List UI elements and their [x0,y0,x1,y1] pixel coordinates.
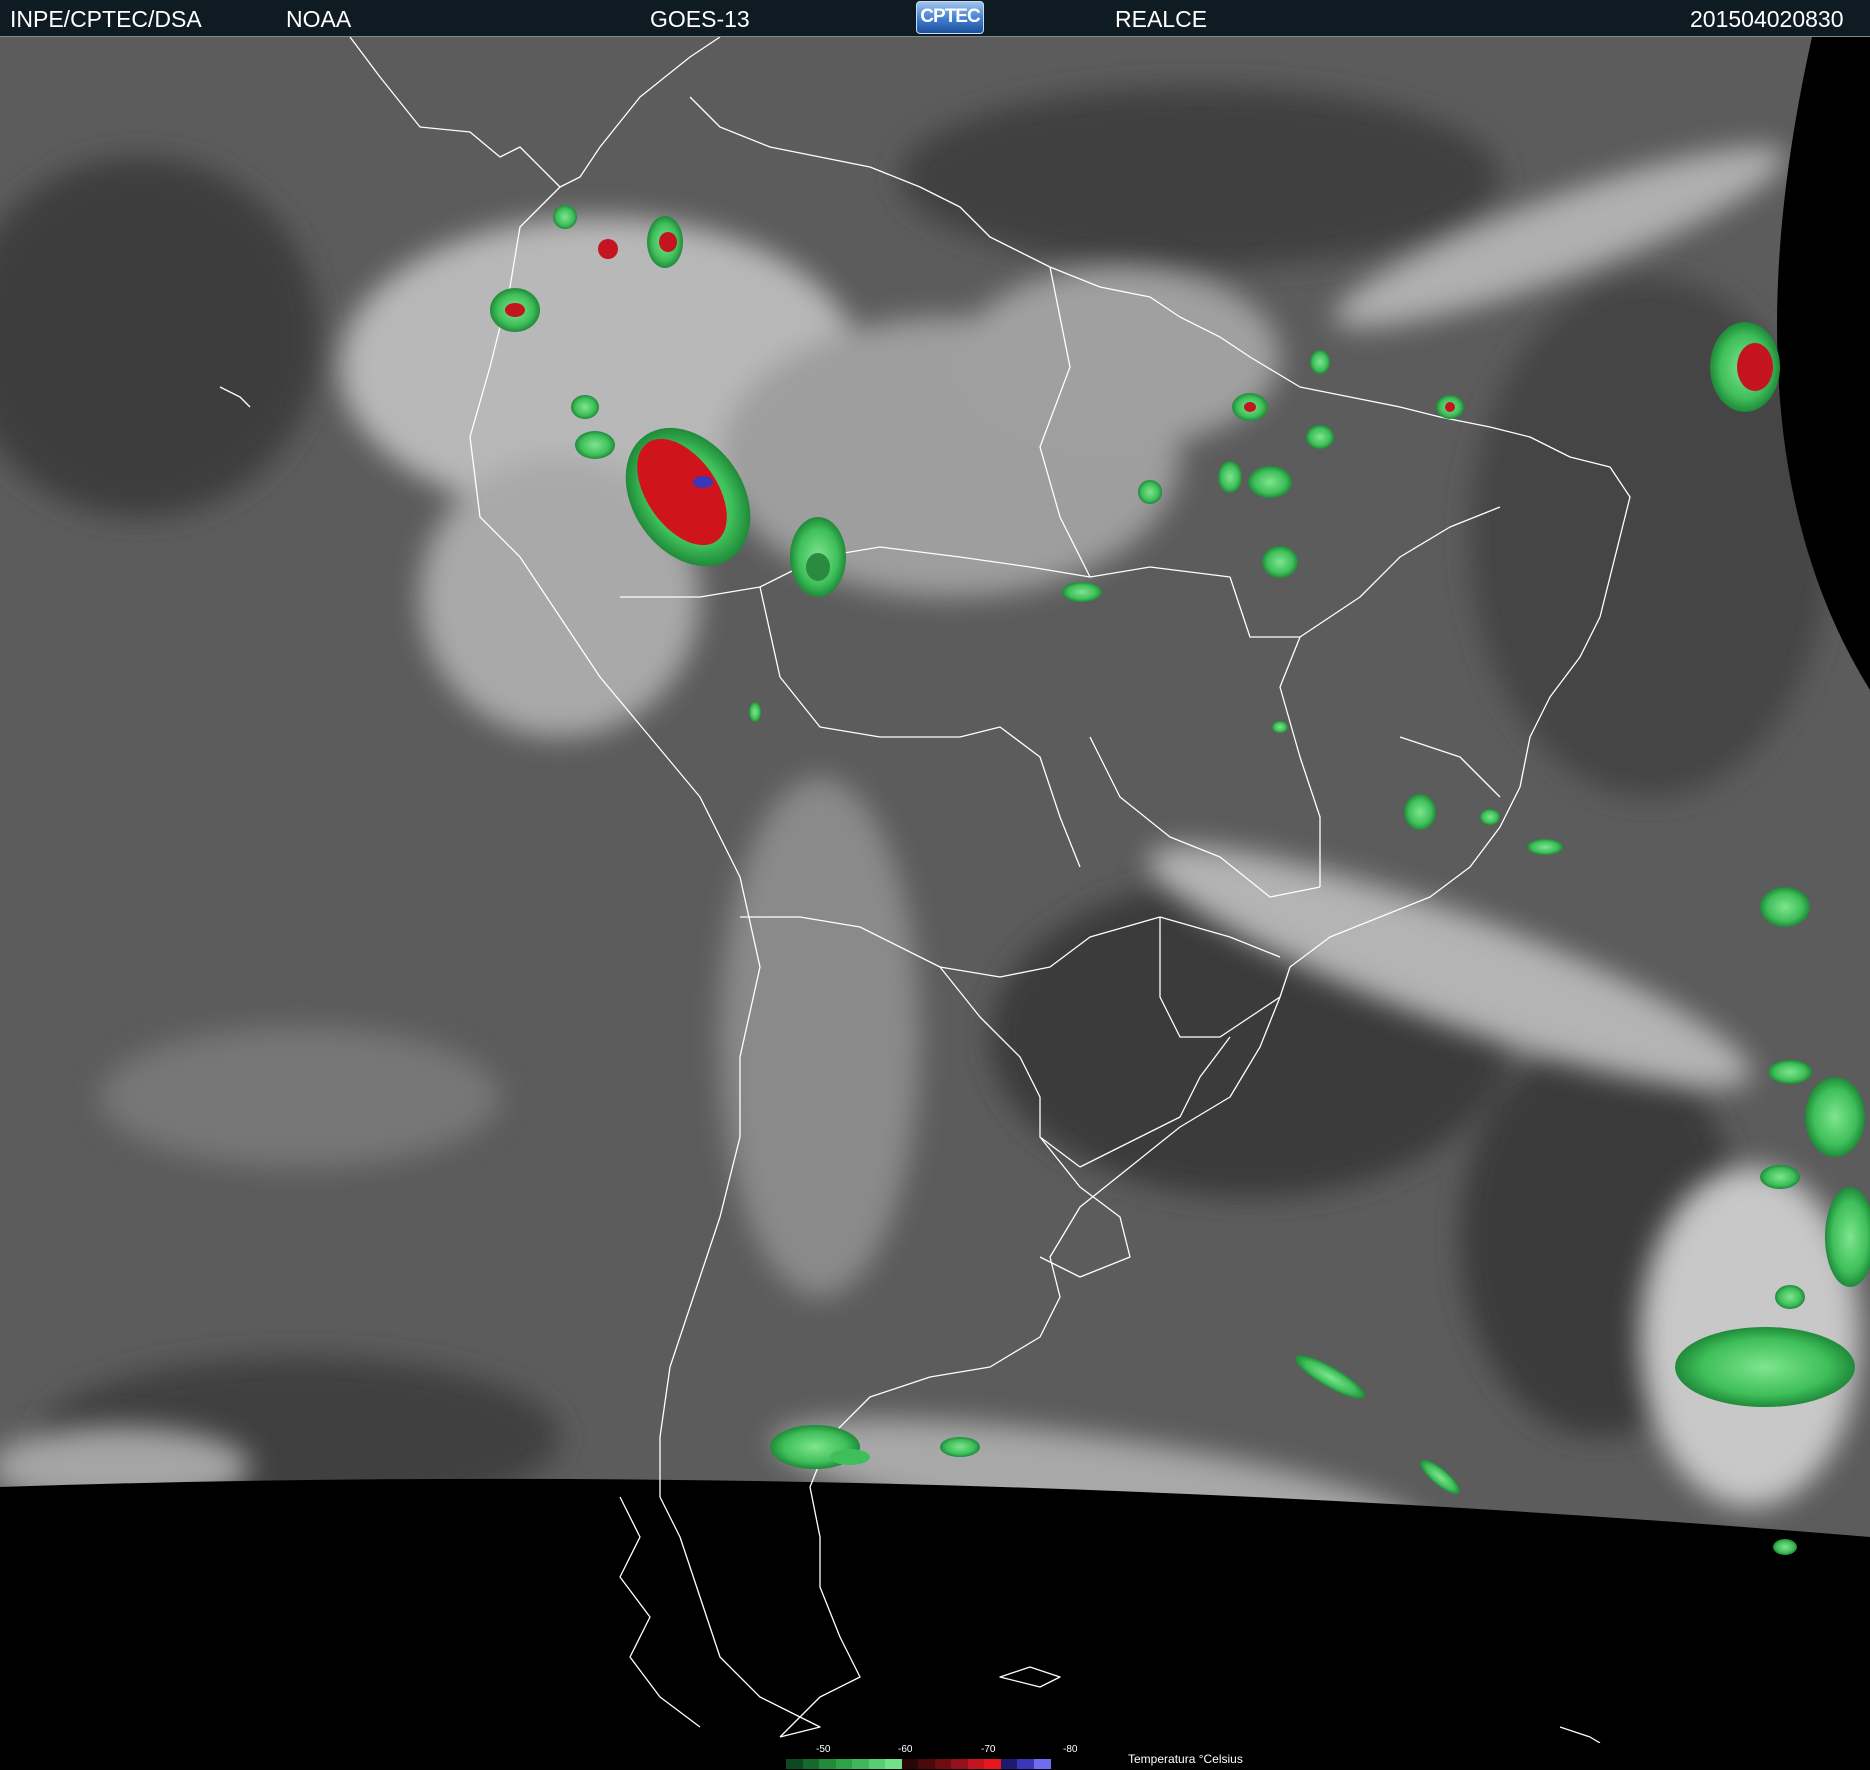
legend-swatch [802,1759,820,1769]
legend-swatch [984,1759,1001,1769]
legend-swatch [868,1759,886,1769]
legend-title: Temperatura °Celsius [1128,1752,1243,1766]
satellite-image [0,37,1870,1743]
legend-tick-80: -80 [1063,1744,1078,1755]
product-label: REALCE [1115,6,1208,32]
legend-swatch [1033,1759,1051,1769]
legend-swatch [786,1759,803,1769]
logo-text: CPTEC [920,6,980,27]
timestamp-label: 201504020830 [1690,6,1844,32]
image-header: INPE/CPTEC/DSA NOAA GOES-13 CPTEC REALCE… [0,0,1870,37]
legend-tick-50: -50 [816,1744,831,1755]
agency-label: NOAA [286,6,352,32]
storm-peru-coldest [693,476,713,488]
legend-swatch [1000,1759,1018,1769]
satellite-label: GOES-13 [650,6,750,32]
cptec-logo: CPTEC [916,1,984,34]
legend-swatch [918,1759,935,1769]
source-label: INPE/CPTEC/DSA [10,6,202,32]
legend-swatch [901,1759,919,1769]
legend-swatch [835,1759,853,1769]
legend-swatch [885,1759,902,1769]
space-bottom [0,1478,1870,1743]
legend-tick-60: -60 [898,1744,913,1755]
legend-swatch [934,1759,952,1769]
legend-swatch [951,1759,968,1769]
legend-swatch [819,1759,836,1769]
legend-tick-70: -70 [981,1744,996,1755]
legend-swatch [967,1759,985,1769]
legend-swatch [852,1759,869,1769]
legend-swatch [1017,1759,1034,1769]
